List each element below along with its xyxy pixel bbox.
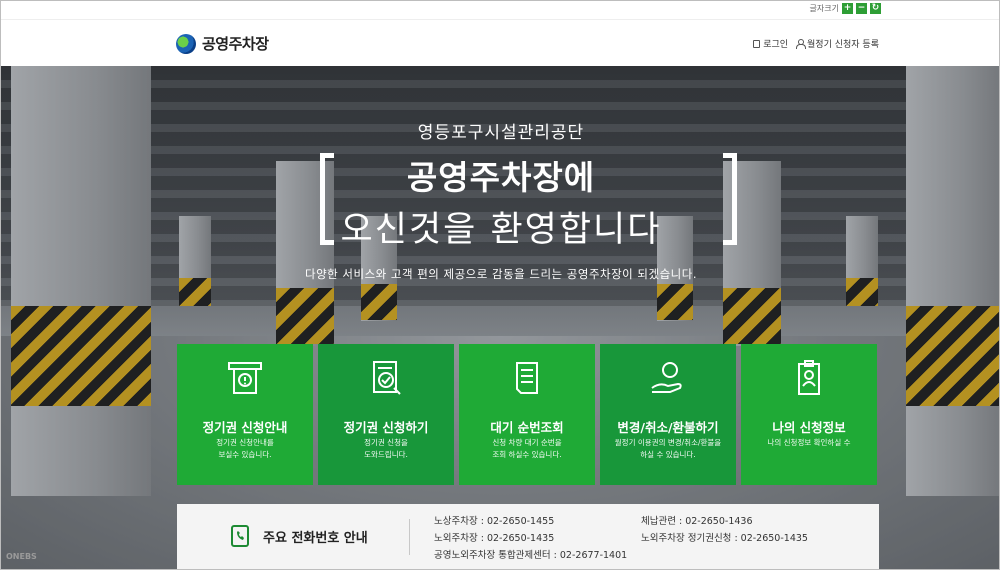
register-link[interactable]: 월정기 신청자 등록 bbox=[796, 37, 879, 50]
atm-info-icon bbox=[228, 362, 262, 394]
header: 공영주차장 로그인 월정기 신청자 등록 bbox=[1, 19, 999, 66]
hero-text: 영등포구시설관리공단 공영주차장에 오신것을 환영합니다 bbox=[1, 118, 999, 252]
receipt-icon bbox=[516, 362, 538, 394]
font-size-control: 글자크기 + − ↻ bbox=[810, 3, 881, 14]
user-icon bbox=[796, 39, 807, 49]
card-desc-line: 월정기 이용권의 변경/취소/환불을 bbox=[614, 438, 722, 447]
card-title: 대기 순번조회 bbox=[490, 420, 564, 435]
register-label: 월정기 신청자 등록 bbox=[807, 40, 879, 50]
login-link[interactable]: 로그인 bbox=[753, 37, 788, 50]
font-size-label: 글자크기 bbox=[809, 4, 839, 13]
card-title: 변경/취소/환불하기 bbox=[617, 420, 719, 435]
watermark: ONEBS bbox=[6, 552, 37, 561]
phone-row: 노외주차장 : 02-2650-1435 노외주차장 정기권신청 : 02-26… bbox=[434, 530, 808, 547]
phone-entry: 노상주차장 : 02-2650-1455 bbox=[434, 516, 555, 527]
card-desc-line: 조회 하실수 있습니다. bbox=[492, 450, 562, 459]
font-increase-button[interactable]: + bbox=[842, 3, 853, 14]
card-desc-line: 보실수 있습니다. bbox=[218, 450, 272, 459]
card-my-info[interactable]: 나의 신청정보 나의 신청정보 확인하실 수 bbox=[741, 344, 877, 485]
phone-panel: 주요 전화번호 안내 노상주차장 : 02-2650-1455 체납관련 : 0… bbox=[177, 504, 879, 569]
card-pass-apply[interactable]: 정기권 신청하기 정기권 신청을 도와드립니다. bbox=[318, 344, 454, 485]
phone-row: 공영노외주차장 통합관제센터 : 02-2677-1401 bbox=[434, 547, 808, 564]
card-change-cancel[interactable]: 변경/취소/환불하기 월정기 이용권의 변경/취소/환불을 하실 수 있습니다. bbox=[600, 344, 736, 485]
logo-mark-icon bbox=[176, 33, 196, 54]
card-title: 나의 신청정보 bbox=[772, 420, 846, 435]
font-reset-button[interactable]: ↻ bbox=[870, 3, 881, 14]
phone-list: 노상주차장 : 02-2650-1455 체납관련 : 02-2650-1436… bbox=[434, 513, 808, 564]
card-desc: 정기권 신청안내를 보실수 있습니다. bbox=[185, 437, 305, 461]
logo-text: 공영주차장 bbox=[202, 35, 269, 53]
card-desc: 신청 차량 대기 순번을 조회 하실수 있습니다. bbox=[467, 437, 587, 461]
card-desc: 월정기 이용권의 변경/취소/환불을 하실 수 있습니다. bbox=[608, 437, 728, 461]
phone-head: 주요 전화번호 안내 bbox=[229, 524, 368, 548]
header-links: 로그인 월정기 신청자 등록 bbox=[753, 37, 879, 50]
hero-title: 공영주차장에 bbox=[406, 158, 596, 197]
card-desc-line: 나의 신청정보 확인하실 수 bbox=[767, 438, 851, 447]
card-desc-line: 신청 차량 대기 순번을 bbox=[492, 438, 562, 447]
logo[interactable]: 공영주차장 bbox=[176, 33, 269, 54]
hand-coin-icon bbox=[651, 362, 682, 393]
id-badge-icon bbox=[798, 360, 820, 395]
hero-banner: 영등포구시설관리공단 공영주차장에 오신것을 환영합니다 다양한 서비스와 고객… bbox=[1, 66, 999, 569]
phone-row: 노상주차장 : 02-2650-1455 체납관련 : 02-2650-1436 bbox=[434, 513, 808, 530]
card-desc: 정기권 신청을 도와드립니다. bbox=[326, 437, 446, 461]
utility-bar: 글자크기 + − ↻ bbox=[1, 1, 999, 19]
phone-entry: 공영노외주차장 통합관제센터 : 02-2677-1401 bbox=[434, 550, 628, 561]
phone-entry: 노외주차장 : 02-2650-1435 bbox=[434, 533, 555, 544]
card-title: 정기권 신청하기 bbox=[343, 420, 429, 435]
font-decrease-button[interactable]: − bbox=[856, 3, 867, 14]
card-wait-order[interactable]: 대기 순번조회 신청 차량 대기 순번을 조회 하실수 있습니다. bbox=[459, 344, 595, 485]
hero-description: 다양한 서비스와 고객 편의 제공으로 감동을 드리는 공영주차장이 되겠습니다… bbox=[305, 267, 697, 281]
phone-title: 주요 전화번호 안내 bbox=[263, 530, 368, 546]
hero-subtitle: 영등포구시설관리공단 bbox=[417, 123, 585, 143]
card-desc-line: 하실 수 있습니다. bbox=[640, 450, 696, 459]
hero-title-2: 오신것을 환영합니다 bbox=[340, 210, 662, 250]
card-desc-line: 정기권 신청안내를 bbox=[216, 438, 274, 447]
login-label: 로그인 bbox=[763, 40, 789, 50]
card-desc-line: 도와드립니다. bbox=[364, 450, 408, 459]
card-title: 정기권 신청안내 bbox=[202, 420, 288, 435]
card-pass-guide[interactable]: 정기권 신청안내 정기권 신청안내를 보실수 있습니다. bbox=[177, 344, 313, 485]
card-desc-line: 정기권 신청을 bbox=[364, 438, 408, 447]
phone-book-icon bbox=[231, 525, 249, 547]
form-check-icon bbox=[373, 361, 401, 395]
phone-entry: 체납관련 : 02-2650-1436 bbox=[641, 516, 753, 527]
page: 글자크기 + − ↻ 공영주차장 로그인 월정기 신청자 등록 영등포구시설관리… bbox=[0, 0, 1000, 570]
service-cards: 정기권 신청안내 정기권 신청안내를 보실수 있습니다. 정기권 신청하기 정기… bbox=[177, 344, 877, 485]
divider bbox=[409, 519, 410, 555]
phone-entry: 노외주차장 정기권신청 : 02-2650-1435 bbox=[641, 533, 808, 544]
card-desc: 나의 신청정보 확인하실 수 bbox=[749, 437, 869, 449]
lock-icon bbox=[753, 39, 761, 48]
